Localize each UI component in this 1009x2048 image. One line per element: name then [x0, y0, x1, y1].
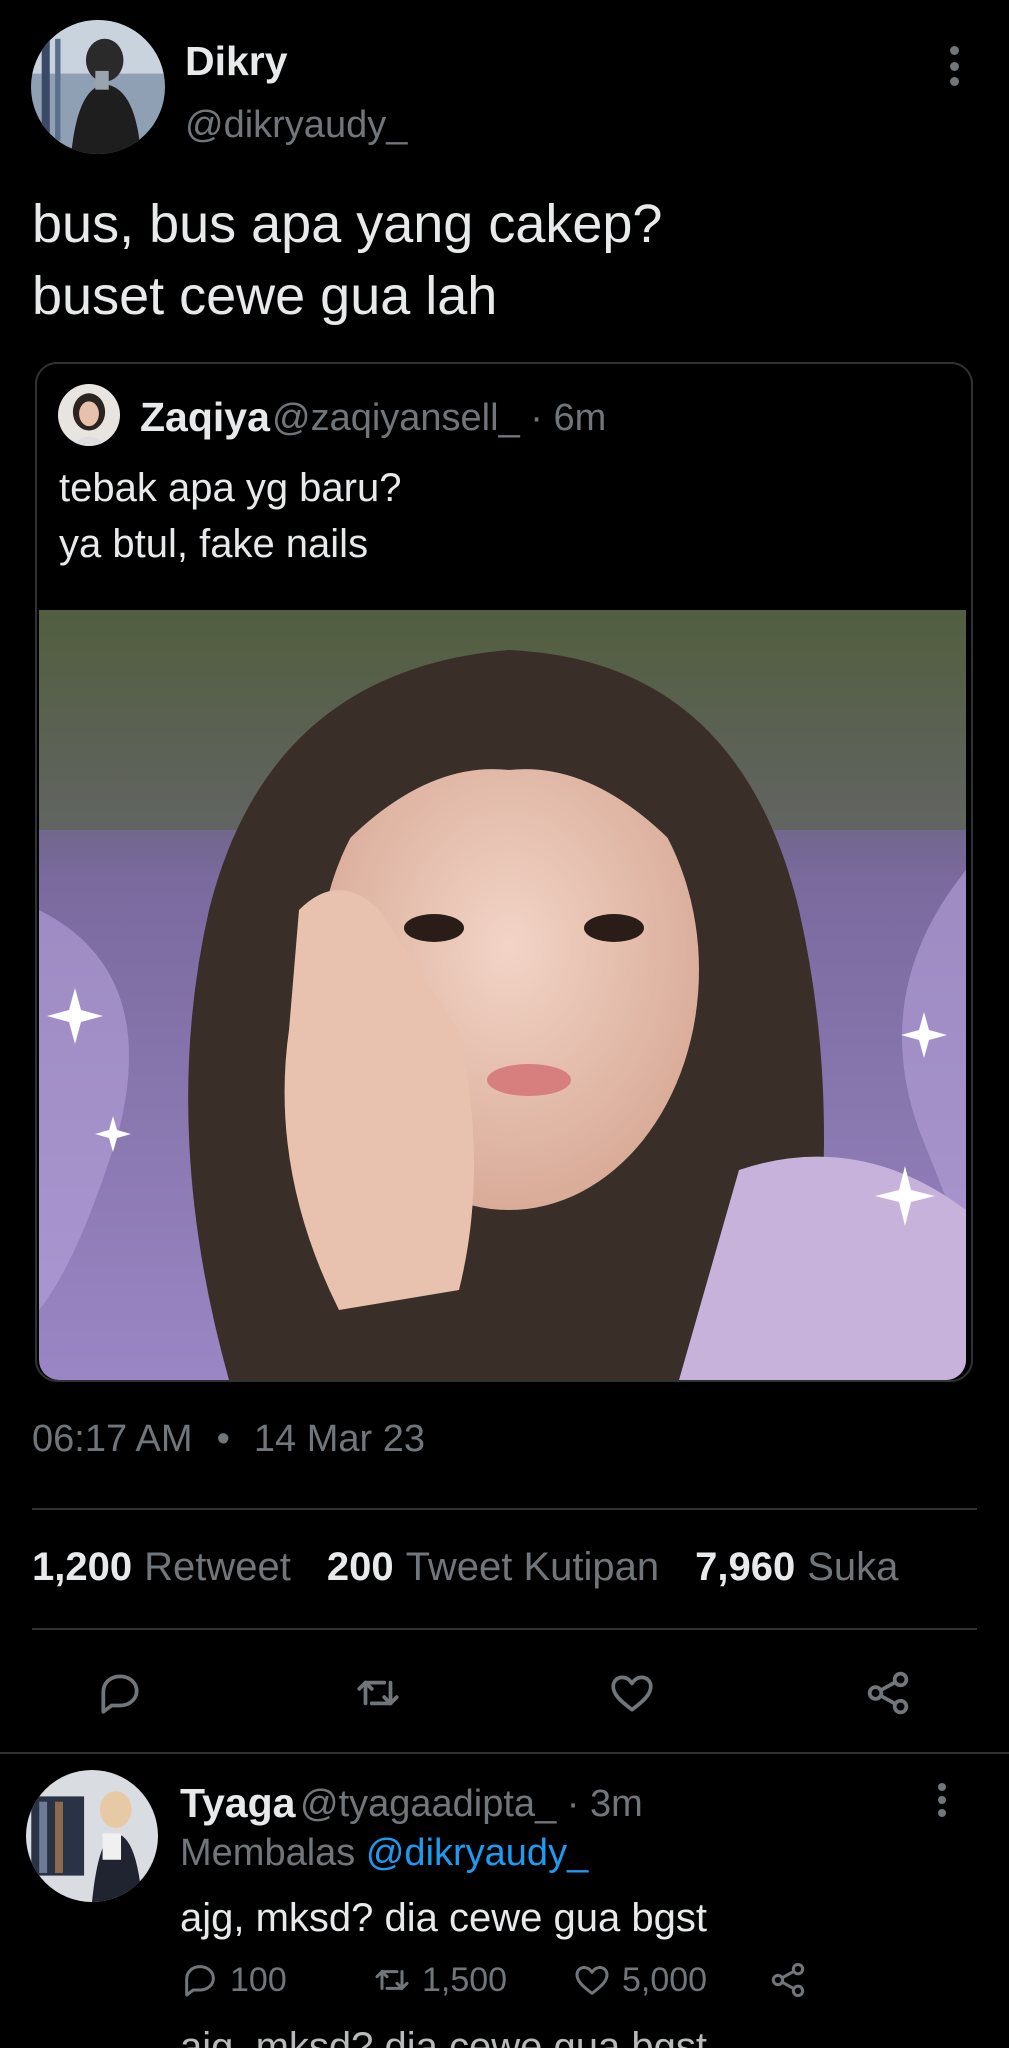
retweets-count: 1,200	[32, 1545, 133, 1589]
retweet-button[interactable]	[348, 1665, 408, 1721]
divider	[32, 1628, 977, 1630]
author-handle[interactable]: @dikryaudy_	[185, 104, 407, 147]
replying-mention[interactable]: @dikryaudy_	[366, 1832, 588, 1874]
tweet-text: bus, bus apa yang cakep? buset cewe gua …	[32, 194, 663, 326]
reply-button[interactable]	[90, 1665, 150, 1721]
retweets-stat[interactable]: 1,200 Retweet	[32, 1545, 291, 1590]
reply-text: ajg, mksd? dia cewe gua bgst	[180, 1896, 707, 1940]
author-avatar[interactable]	[31, 20, 165, 154]
retweet-icon	[357, 1680, 399, 1706]
tweet-time: 06:17 AM	[32, 1418, 193, 1460]
divider	[0, 1752, 1009, 1754]
quoted-tweet-image[interactable]	[39, 610, 966, 1380]
likes-stat[interactable]: 7,960 Suka	[695, 1545, 898, 1590]
reply-more-options-icon[interactable]	[930, 1783, 954, 1817]
share-button[interactable]	[858, 1665, 918, 1721]
reply-retweet-count: 1,500	[422, 1960, 508, 1999]
likes-label: Suka	[807, 1545, 899, 1589]
tweet-date: 14 Mar 23	[253, 1418, 425, 1460]
retweet-icon	[375, 1970, 409, 1990]
author-name[interactable]: Dikry	[185, 38, 288, 85]
reply-author-name[interactable]: Tyaga	[180, 1780, 295, 1827]
quotes-label: Tweet Kutipan	[405, 1545, 660, 1589]
like-icon	[611, 1675, 653, 1712]
likes-count: 7,960	[695, 1545, 796, 1589]
share-icon	[771, 1963, 805, 1997]
quotes-stat[interactable]: 200 Tweet Kutipan	[327, 1545, 659, 1590]
more-options-icon[interactable]	[940, 46, 968, 86]
reply-retweet-button[interactable]: 1,500	[372, 1960, 507, 2000]
share-icon	[867, 1671, 909, 1715]
reply-author-avatar[interactable]	[26, 1770, 158, 1902]
divider	[32, 1508, 977, 1510]
reply-reply-button[interactable]: 100	[180, 1960, 287, 2000]
timestamp-separator: •	[216, 1418, 230, 1460]
next-item-text-cutoff: ajg, mksd? dia cewe gua bgst	[180, 2025, 707, 2048]
reply-icon	[185, 1965, 215, 1997]
quotes-count: 200	[326, 1545, 394, 1589]
reply-reply-count: 100	[230, 1960, 287, 1999]
replying-prefix: Membalas	[180, 1832, 356, 1874]
reply-icon	[101, 1674, 139, 1714]
reply-like-button[interactable]: 5,000	[572, 1960, 707, 2000]
engagement-stats: 1,200 Retweet 200 Tweet Kutipan 7,960 Su…	[32, 1545, 934, 1590]
reply-like-count: 5,000	[622, 1960, 708, 1999]
replying-to: Membalas @dikryaudy_	[180, 1832, 588, 1875]
quoted-tweet-text: tebak apa yg baru? ya btul, fake nails	[59, 466, 402, 566]
quoted-author-avatar[interactable]	[58, 384, 120, 446]
reply-author-handle[interactable]: @tyagaadipta_ · 3m	[300, 1783, 643, 1826]
tweet-timestamp: 06:17 AM • 14 Mar 23	[32, 1418, 425, 1461]
reply-share-button[interactable]	[768, 1960, 818, 2000]
retweets-label: Retweet	[144, 1545, 291, 1589]
quoted-author-handle[interactable]: @zaqiyansell_ · 6m	[272, 397, 606, 440]
like-button[interactable]	[602, 1665, 662, 1721]
like-icon	[575, 1966, 609, 1995]
quoted-author-name[interactable]: Zaqiya	[140, 394, 270, 441]
